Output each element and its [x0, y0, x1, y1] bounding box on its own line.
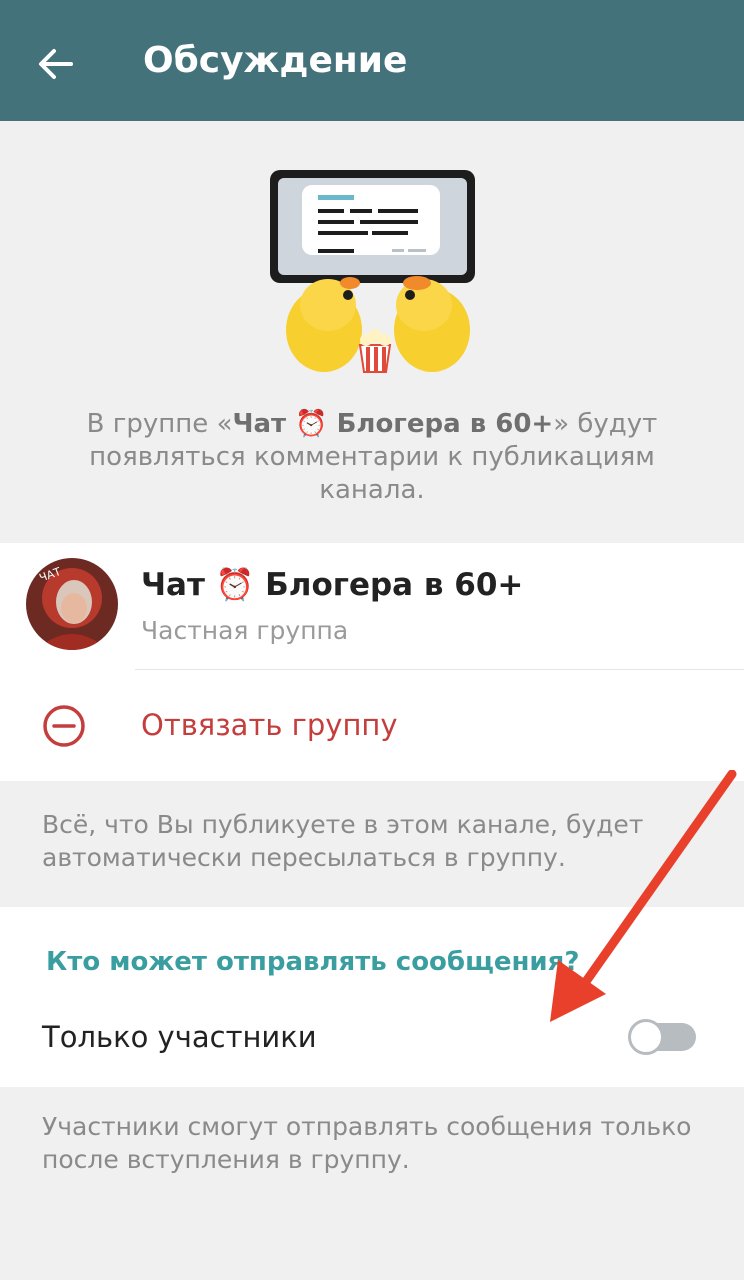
- group-type: Частная группа: [141, 616, 349, 645]
- arrow-left-icon: [39, 49, 73, 79]
- avatar-image: ЧАТ: [26, 558, 118, 650]
- group-name[interactable]: Чат ⏰ Блогера в 60+: [141, 566, 523, 603]
- annotation-arrow: [550, 770, 737, 1022]
- minus-circle-icon: [43, 705, 85, 747]
- app-bar: Обсуждение: [0, 0, 744, 121]
- unlink-group-button[interactable]: Отвязать группу: [0, 670, 744, 781]
- page-title: Обсуждение: [143, 40, 408, 81]
- members-info: Участники смогут отправлять сообщения то…: [42, 1112, 692, 1174]
- group-avatar[interactable]: ЧАТ: [26, 558, 118, 650]
- permissions-title: Кто может отправлять сообщения?: [46, 947, 580, 977]
- members-only-label[interactable]: Только участники: [42, 1020, 317, 1054]
- back-button[interactable]: [26, 34, 86, 94]
- ducks-watching-screen-illustration: [270, 170, 475, 373]
- discussion-description: В группе «Чат ⏰ Блогера в 60+» будут поя…: [86, 409, 658, 505]
- unlink-group-label: Отвязать группу: [141, 708, 398, 742]
